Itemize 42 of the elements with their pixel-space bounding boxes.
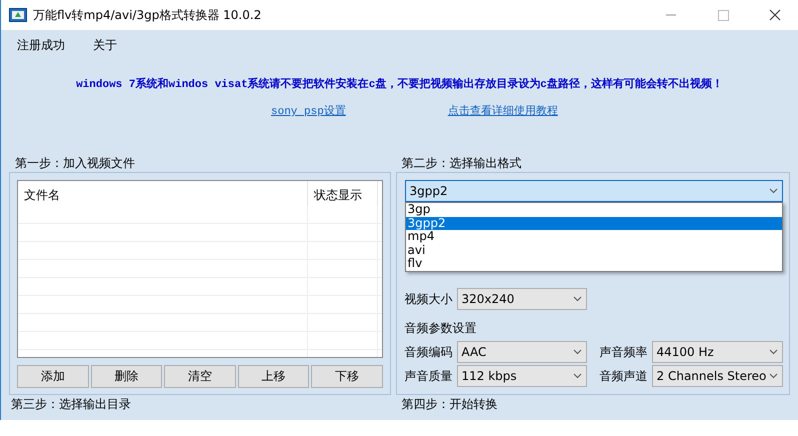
setting-label: 声音频率 [600,344,649,360]
step-label: 第三步：选择输出目录 [11,396,132,413]
setting-dropdown[interactable]: 44100 Hz [652,341,783,363]
dropdown-caret-icon [572,373,582,379]
dropdown-caret-icon [769,188,778,194]
list-button[interactable]: 添加 [17,365,88,388]
setting-dropdown[interactable]: 320x240 [456,288,587,310]
menu-item[interactable]: 注册成功 [17,36,65,54]
format-option[interactable]: 3gpp2 [406,216,782,230]
dropdown-caret-icon [768,349,778,355]
app-icon [9,8,27,22]
list-button[interactable]: 清空 [164,365,236,388]
column-header[interactable]: 文件名 [18,181,308,206]
format-option[interactable]: avi [406,244,782,257]
list-button[interactable]: 下移 [311,365,382,388]
dropdown-caret-icon [572,349,582,355]
warning-notice: windows 7系统和windos visat系统请不要把软件安装在c盘，不要把视频输出存放目录设为c盘路径，这样有可能会转不出视频！ [75,76,724,91]
list-button[interactable]: 删除 [90,365,162,388]
section-heading: 音频参数设置 [404,320,478,337]
column-header[interactable]: 状态显示 [308,181,378,206]
window-title: 万能flv转mp4/avi/3gp格式转换器 10.0.2 [33,6,262,24]
menu-item[interactable]: 关于 [93,36,117,54]
format-option[interactable]: flv [406,257,782,270]
help-link[interactable]: sony psp设置 [271,103,346,118]
setting-label: 音频编码 [404,344,454,360]
format-dropdown[interactable]: 3gpp2 [404,180,783,202]
setting-label: 声音质量 [404,368,454,384]
list-button[interactable]: 上移 [238,365,309,388]
help-link[interactable]: 点击查看详细使用教程 [448,103,558,118]
dropdown-caret-icon [572,296,582,302]
format-option[interactable]: mp4 [406,230,782,244]
setting-dropdown[interactable]: 2 Channels Stereo [652,365,783,387]
setting-dropdown[interactable]: AAC [456,341,587,363]
setting-label: 视频大小 [404,290,454,308]
step-label: 第二步：选择输出格式 [402,155,523,172]
step-label: 第一步：加入视频文件 [15,155,136,172]
file-list[interactable]: 文件名 状态显示 [17,180,383,358]
dropdown-caret-icon [768,373,778,379]
setting-dropdown[interactable]: 112 kbps [456,365,587,387]
format-option[interactable]: 3gp [406,203,782,216]
step-label: 第四步：开始转换 [402,396,499,413]
setting-label: 音频声道 [600,368,649,384]
